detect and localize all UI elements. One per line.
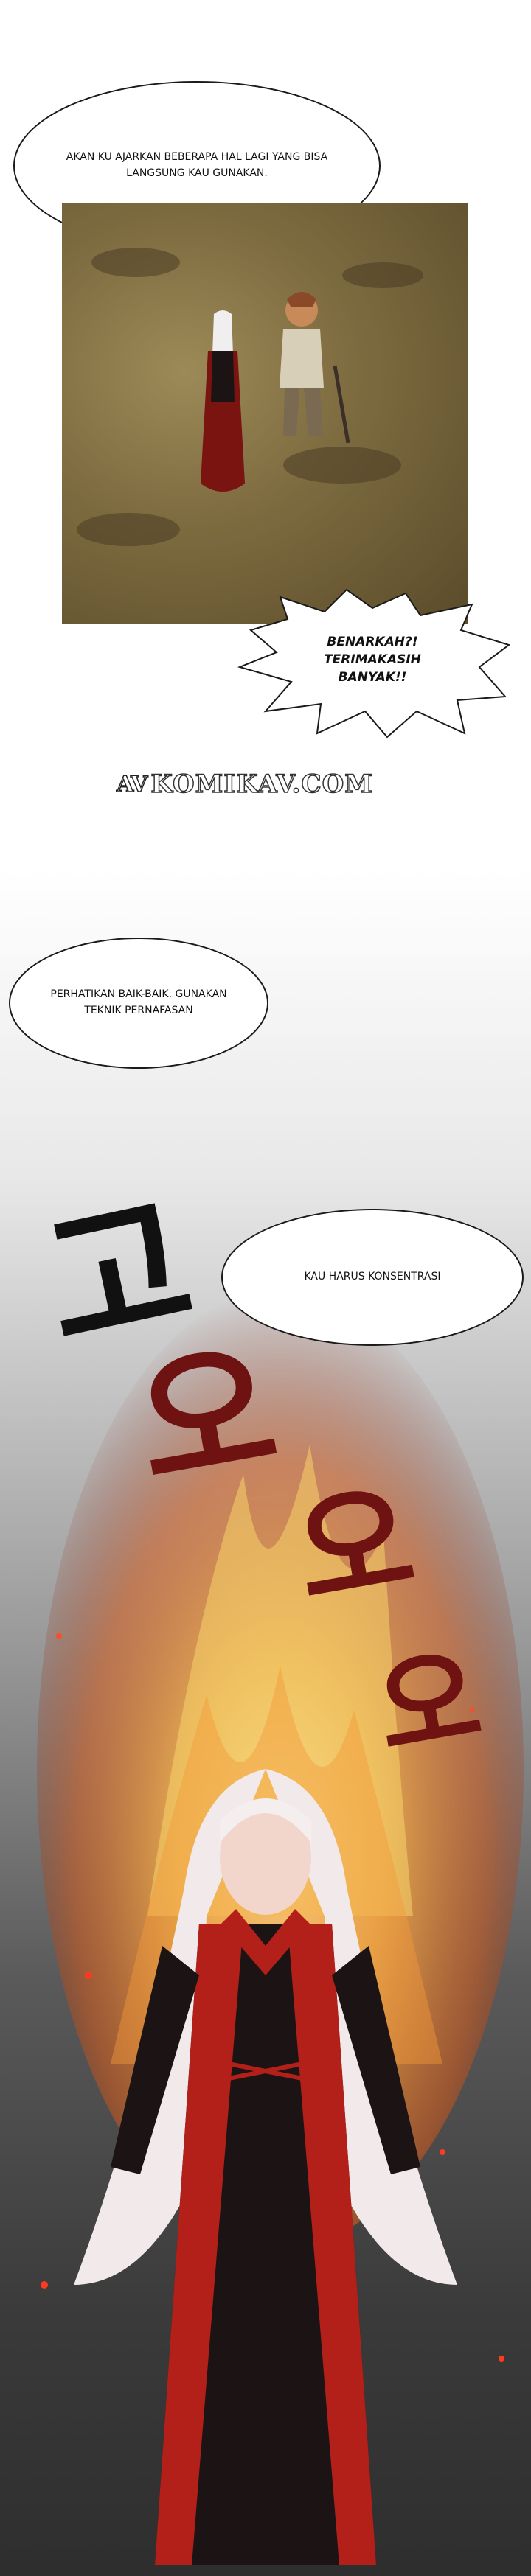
- shout-text-thanks: BENARKAH?! TERIMAKASIH BANYAK!!: [324, 635, 421, 685]
- young-man-figure: [280, 292, 350, 444]
- ground-patch: [91, 248, 180, 277]
- ground-patch: [77, 513, 180, 546]
- elder-figure-front: [74, 1769, 457, 2565]
- speech-text-focus: KAU HARUS KONSENTRASI: [304, 1271, 441, 1283]
- logo-text: KOMIKAV.COM: [150, 769, 373, 800]
- speech-text-teach: AKAN KU AJARKAN BEBERAPA HAL LAGI YANG B…: [66, 151, 328, 179]
- watermark-logo: AV KOMIKAV.COM: [116, 767, 373, 802]
- ground-patch: [342, 262, 423, 288]
- speech-bubble-focus: KAU HARUS KONSENTRASI: [221, 1209, 524, 1346]
- panel-field-scene: [62, 203, 468, 624]
- logo-mark: AV: [116, 771, 148, 798]
- elder-figure-back: [201, 310, 245, 492]
- comic-page: { "panels": { "top": { "bubble_speech": …: [0, 0, 531, 2576]
- ground-patch: [283, 447, 401, 484]
- speech-bubble-breathing: PERHATIKAN BAIK-BAIK. GUNAKAN TEKNIK PER…: [9, 938, 268, 1069]
- speech-text-breathing: PERHATIKAN BAIK-BAIK. GUNAKAN TEKNIK PER…: [50, 988, 227, 1016]
